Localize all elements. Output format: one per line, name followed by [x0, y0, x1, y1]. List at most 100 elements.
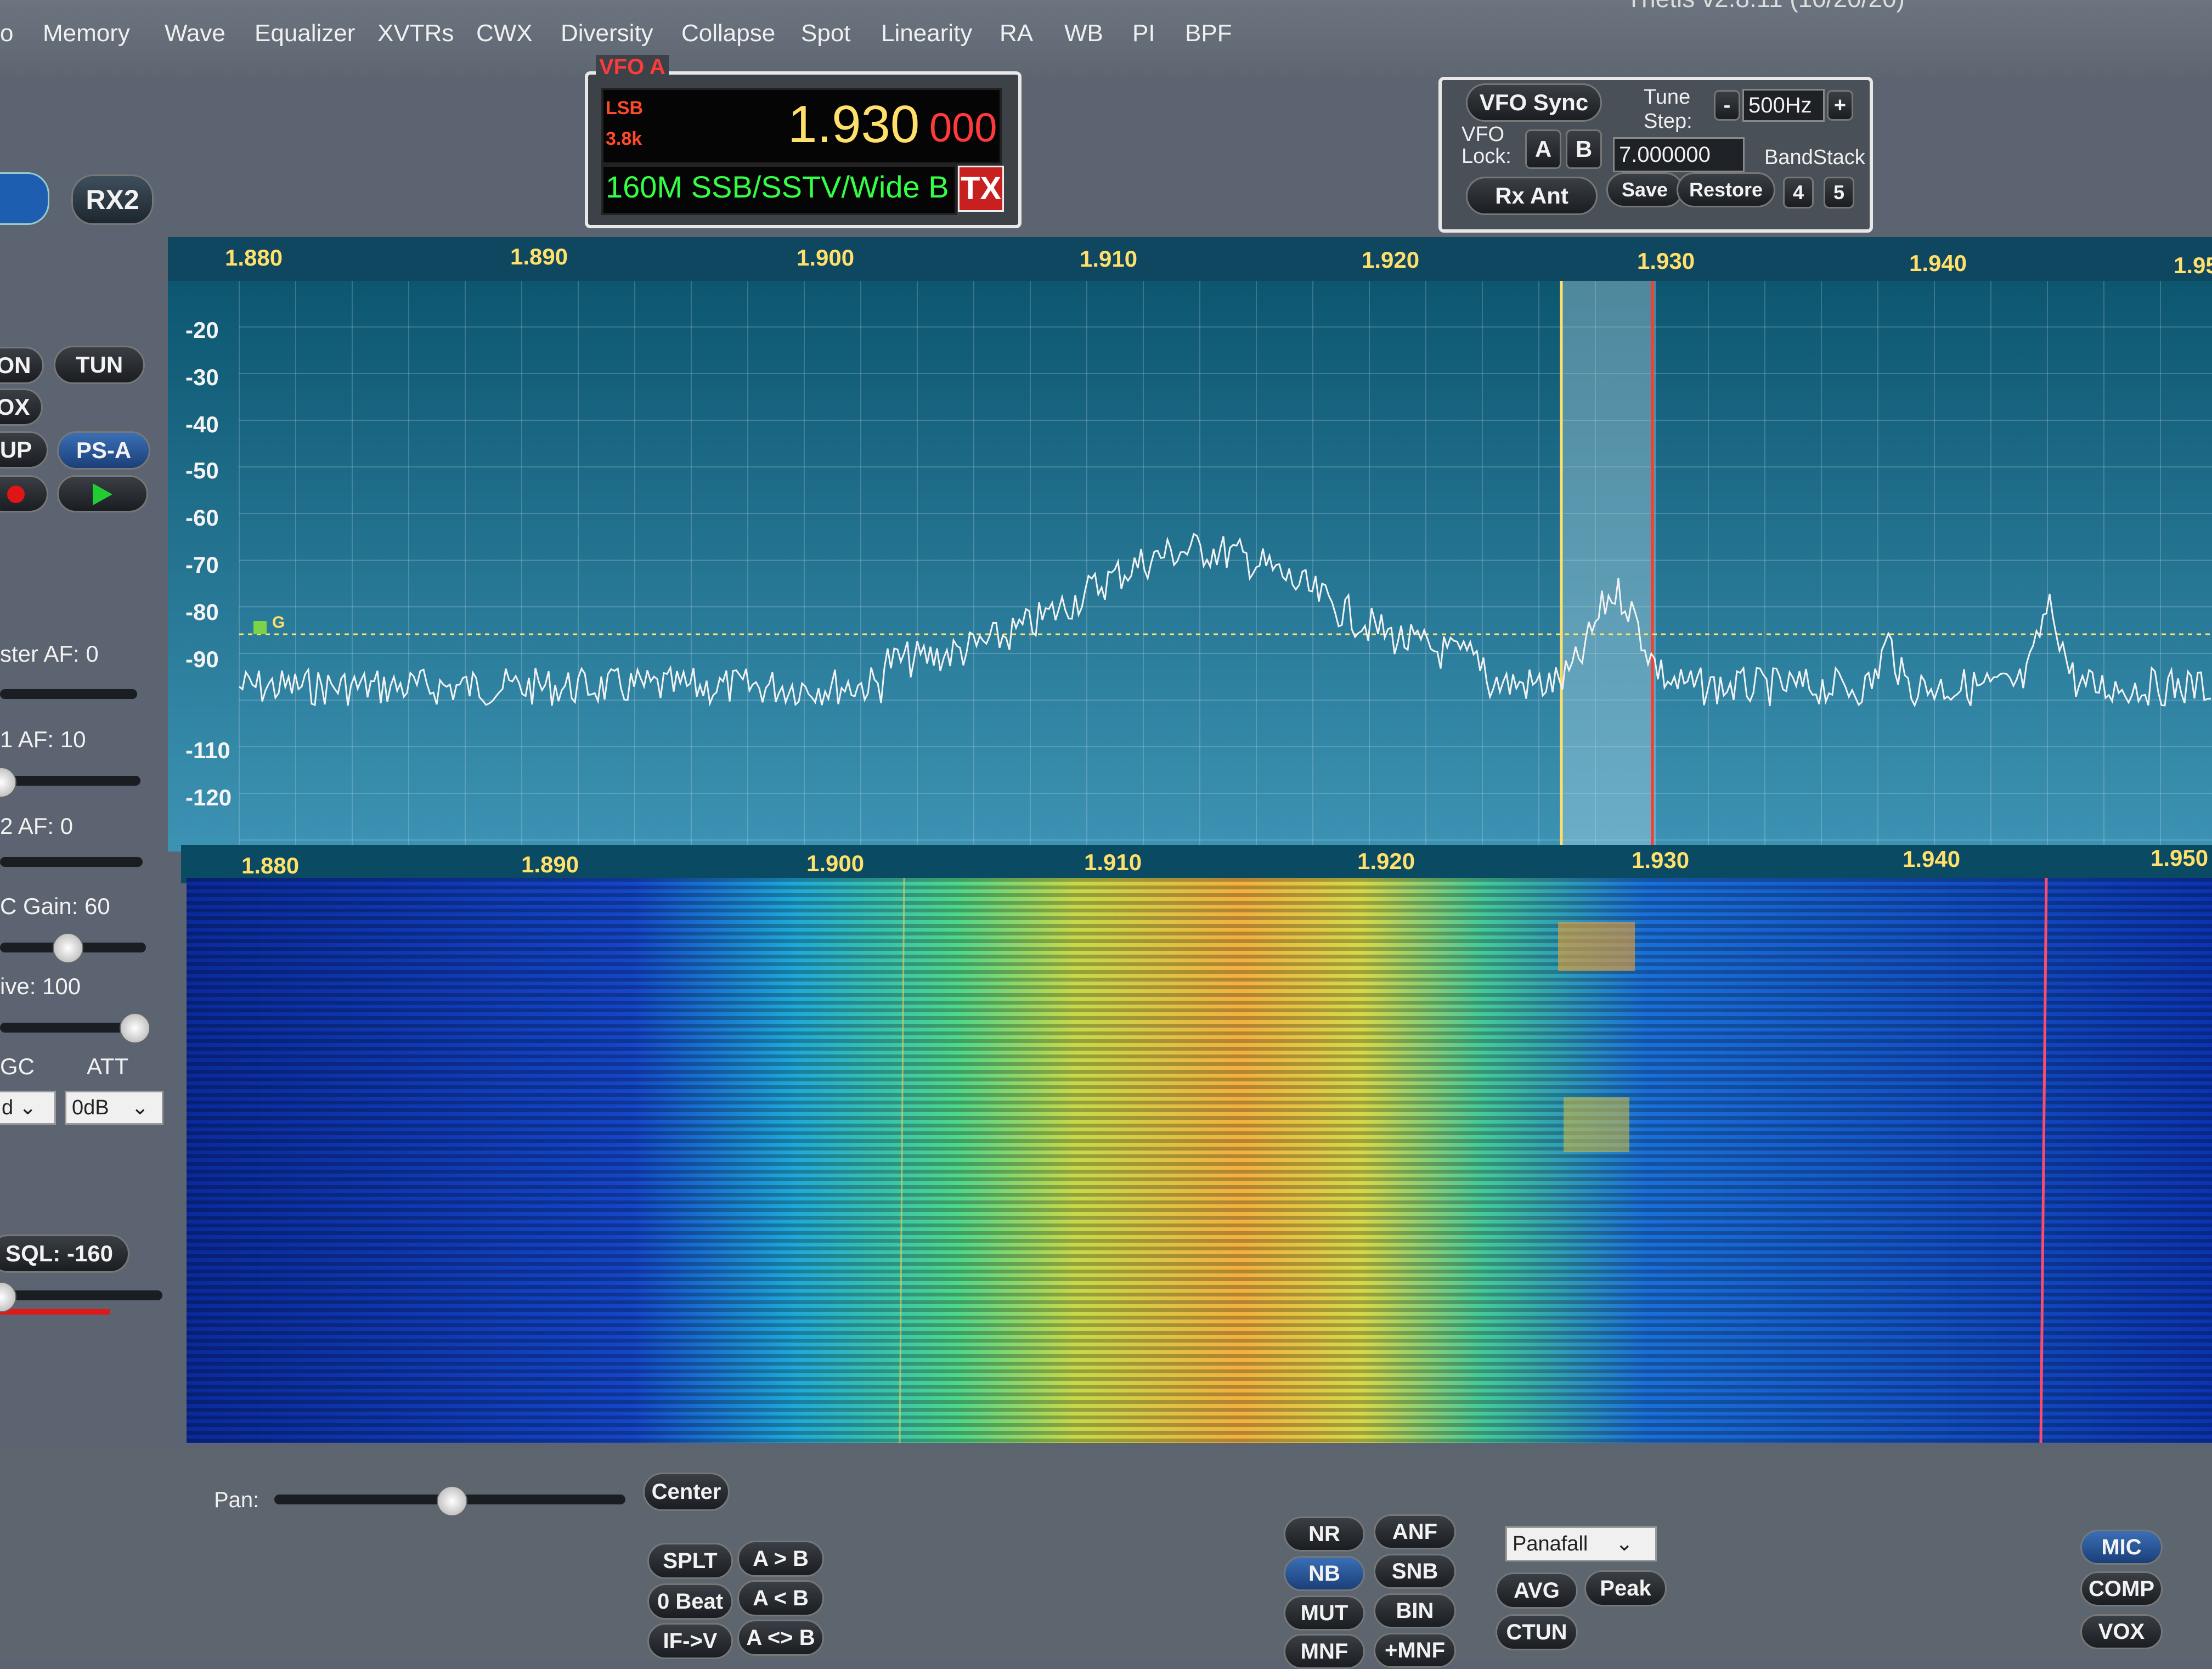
vfo-lock-value[interactable]: 7.000000	[1613, 137, 1745, 172]
rx2-button[interactable]: RX2	[71, 174, 154, 225]
rx1-button[interactable]	[0, 172, 49, 225]
b-to-a-button[interactable]: A < B	[737, 1580, 824, 1616]
vfo-bandwidth: 3.8k	[606, 128, 642, 149]
vfo-lock-a[interactable]: A	[1525, 129, 1561, 169]
waterfall-signal-2	[1564, 1097, 1629, 1152]
master-af-label: ster AF: 0	[0, 641, 99, 667]
comp-button[interactable]: COMP	[2080, 1571, 2163, 1606]
nb-button[interactable]: NB	[1284, 1556, 1365, 1591]
center-button[interactable]: Center	[643, 1473, 730, 1511]
peak-button[interactable]: Peak	[1584, 1570, 1667, 1606]
waterfall-signal-1	[1558, 922, 1635, 971]
agc-gain-knob[interactable]	[53, 933, 83, 963]
vfo-lock-label-1: VFO	[1462, 123, 1505, 146]
menu-item-cwx[interactable]: CWX	[476, 20, 533, 47]
anf-button[interactable]: ANF	[1374, 1514, 1456, 1549]
vfo-frequency-main[interactable]: 1.930	[788, 94, 919, 155]
db-tick-8: -110	[185, 737, 230, 763]
snb-button[interactable]: SNB	[1374, 1554, 1456, 1589]
bottom-panel	[0, 1448, 2212, 1659]
menu-item-0[interactable]: o	[0, 20, 13, 47]
nr-button[interactable]: NR	[1284, 1516, 1365, 1552]
vfo-mode: LSB	[606, 98, 643, 119]
mox-on-button[interactable]: ON	[0, 347, 44, 384]
noise-floor-marker	[253, 621, 267, 634]
wf-freq-tick-2: 1.900	[806, 850, 865, 876]
menu-item-wb[interactable]: WB	[1064, 20, 1103, 47]
rx1-af-label: 1 AF: 10	[0, 726, 86, 752]
split-button[interactable]: SPLT	[647, 1543, 733, 1579]
filter-passband	[1561, 281, 1656, 852]
menu-item-xvtrs[interactable]: XVTRs	[377, 20, 454, 47]
avg-button[interactable]: AVG	[1496, 1572, 1578, 1609]
menu-item-memory[interactable]: Memory	[43, 20, 130, 47]
bin-button[interactable]: BIN	[1374, 1593, 1456, 1628]
a-to-b-button[interactable]: A > B	[737, 1541, 824, 1577]
pan-freq-tick-3: 1.910	[1080, 246, 1138, 272]
play-button[interactable]	[57, 475, 148, 512]
vox-button-bottom[interactable]: VOX	[2080, 1614, 2163, 1649]
pan-freq-tick-7: 1.95	[2174, 252, 2212, 278]
swap-ab-button[interactable]: A <> B	[737, 1620, 824, 1656]
vfo-lock-label-2: Lock:	[1462, 145, 1511, 168]
vfo-lock-b[interactable]: B	[1566, 129, 1602, 169]
tune-step-plus[interactable]: +	[1827, 90, 1853, 121]
menu-item-collapse[interactable]: Collapse	[681, 20, 775, 47]
mnf-button[interactable]: MNF	[1284, 1634, 1365, 1669]
if-to-v-button[interactable]: IF->V	[647, 1623, 733, 1659]
panadapter-svg[interactable]	[168, 237, 2212, 852]
chevron-down-icon: ⌄	[19, 1096, 37, 1119]
sql-knob[interactable]	[0, 1282, 16, 1312]
menu-item-spot[interactable]: Spot	[801, 20, 851, 47]
dup-button[interactable]: UP	[0, 431, 48, 469]
pan-knob[interactable]	[437, 1486, 467, 1516]
rx1-af-slider[interactable]	[0, 776, 140, 786]
waterfall-svg[interactable]	[187, 878, 2212, 1443]
master-af-slider[interactable]	[0, 689, 137, 699]
db-tick-1: -30	[185, 364, 219, 390]
menu-item-wave[interactable]: Wave	[165, 20, 225, 47]
drive-knob[interactable]	[120, 1013, 150, 1044]
tune-step-minus[interactable]: -	[1714, 90, 1740, 121]
display-mode-select[interactable]: Panafall ⌄	[1505, 1526, 1657, 1561]
wf-freq-tick-6: 1.940	[1903, 846, 1961, 872]
sql-slider[interactable]	[0, 1290, 162, 1300]
tx-button[interactable]: TX	[958, 166, 1004, 212]
zero-beat-button[interactable]: 0 Beat	[647, 1583, 733, 1620]
rx1-af-knob[interactable]	[0, 767, 16, 798]
att-select[interactable]: 0dB ⌄	[65, 1091, 163, 1125]
menu-item-pi[interactable]: PI	[1132, 20, 1155, 47]
agc-select[interactable]: d ⌄	[0, 1091, 56, 1125]
panadapter[interactable]	[168, 237, 2212, 852]
panadapter-freq-scale	[168, 237, 2212, 281]
rx-ant-button[interactable]: Rx Ant	[1466, 177, 1598, 215]
tune-step-value[interactable]: 500Hz	[1742, 89, 1825, 122]
waterfall[interactable]	[187, 878, 2212, 1443]
bandstack-4[interactable]: 4	[1783, 177, 1814, 208]
save-button[interactable]: Save	[1606, 172, 1683, 207]
sql-button[interactable]: SQL: -160	[0, 1234, 129, 1273]
tun-button[interactable]: TUN	[54, 346, 145, 384]
record-button[interactable]	[0, 475, 48, 512]
vfo-frequency-sub[interactable]: 000	[929, 104, 997, 151]
wf-freq-tick-5: 1.930	[1632, 847, 1690, 873]
restore-button[interactable]: Restore	[1677, 172, 1775, 207]
mic-button[interactable]: MIC	[2080, 1530, 2163, 1565]
menu-item-equalizer[interactable]: Equalizer	[255, 20, 355, 47]
ctun-button[interactable]: CTUN	[1496, 1614, 1578, 1650]
plus-mnf-button[interactable]: +MNF	[1374, 1633, 1456, 1668]
menu-item-ra[interactable]: RA	[1000, 20, 1033, 47]
rx2-af-slider[interactable]	[0, 857, 143, 867]
ps-a-button[interactable]: PS-A	[57, 431, 150, 470]
vfo-sync-button[interactable]: VFO Sync	[1466, 83, 1602, 122]
vox-button[interactable]: OX	[0, 388, 43, 426]
menu-item-bpf[interactable]: BPF	[1185, 20, 1232, 47]
pan-freq-tick-4: 1.920	[1362, 247, 1420, 273]
menu-item-linearity[interactable]: Linearity	[881, 20, 972, 47]
att-label: ATT	[87, 1053, 129, 1079]
menu-item-diversity[interactable]: Diversity	[561, 20, 653, 47]
mute-button[interactable]: MUT	[1284, 1595, 1365, 1631]
bandstack-5[interactable]: 5	[1824, 177, 1854, 208]
wf-freq-tick-1: 1.890	[521, 852, 579, 877]
pan-freq-tick-6: 1.940	[1909, 250, 1967, 276]
